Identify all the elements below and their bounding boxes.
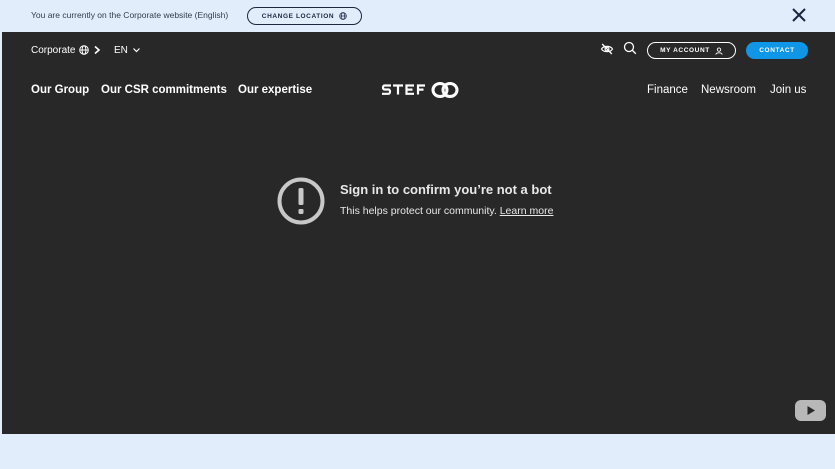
location-banner: You are currently on the Corporate websi… [0, 0, 835, 32]
nav-finance[interactable]: Finance [647, 84, 688, 96]
my-account-button[interactable]: MY ACCOUNT [647, 42, 736, 59]
user-icon [715, 46, 723, 55]
globe-icon [79, 45, 90, 55]
eye-off-icon [600, 43, 614, 55]
close-icon[interactable] [791, 7, 807, 23]
nav-our-group[interactable]: Our Group [31, 84, 89, 96]
banner-text: You are currently on the Corporate websi… [31, 10, 229, 20]
my-account-label: MY ACCOUNT [660, 47, 710, 54]
nav-join-us[interactable]: Join us [770, 84, 806, 96]
globe-icon [339, 12, 347, 20]
language-label: EN [114, 44, 128, 56]
corporate-label: Corporate [31, 44, 76, 56]
corporate-selector[interactable]: Corporate [31, 44, 101, 56]
search-icon [623, 41, 637, 55]
video-error-subtitle: This helps protect our community. Learn … [340, 205, 553, 217]
exclamation-circle-icon [277, 177, 325, 225]
chevron-down-icon [132, 48, 140, 53]
video-error-text: This helps protect our community. [340, 205, 497, 217]
nav-our-expertise[interactable]: Our expertise [238, 84, 312, 96]
contact-button[interactable]: CONTACT [746, 42, 808, 59]
learn-more-link[interactable]: Learn more [500, 205, 554, 217]
chevron-right-icon [94, 45, 101, 55]
nav-newsroom[interactable]: Newsroom [701, 84, 756, 96]
video-error-title: Sign in to confirm you’re not a bot [340, 182, 552, 197]
youtube-play-icon[interactable] [795, 400, 826, 421]
language-selector[interactable]: EN [114, 44, 141, 56]
stef-logo[interactable] [381, 81, 459, 99]
accessibility-toggle[interactable] [600, 42, 614, 56]
search-button[interactable] [623, 41, 637, 55]
main-panel: Corporate EN MY ACCOUNT CONTACT Our Grou… [2, 32, 835, 434]
change-location-label: CHANGE LOCATION [261, 12, 335, 20]
change-location-button[interactable]: CHANGE LOCATION [247, 7, 362, 25]
nav-our-csr-commitments[interactable]: Our CSR commitments [101, 84, 227, 96]
contact-label: CONTACT [759, 47, 795, 54]
